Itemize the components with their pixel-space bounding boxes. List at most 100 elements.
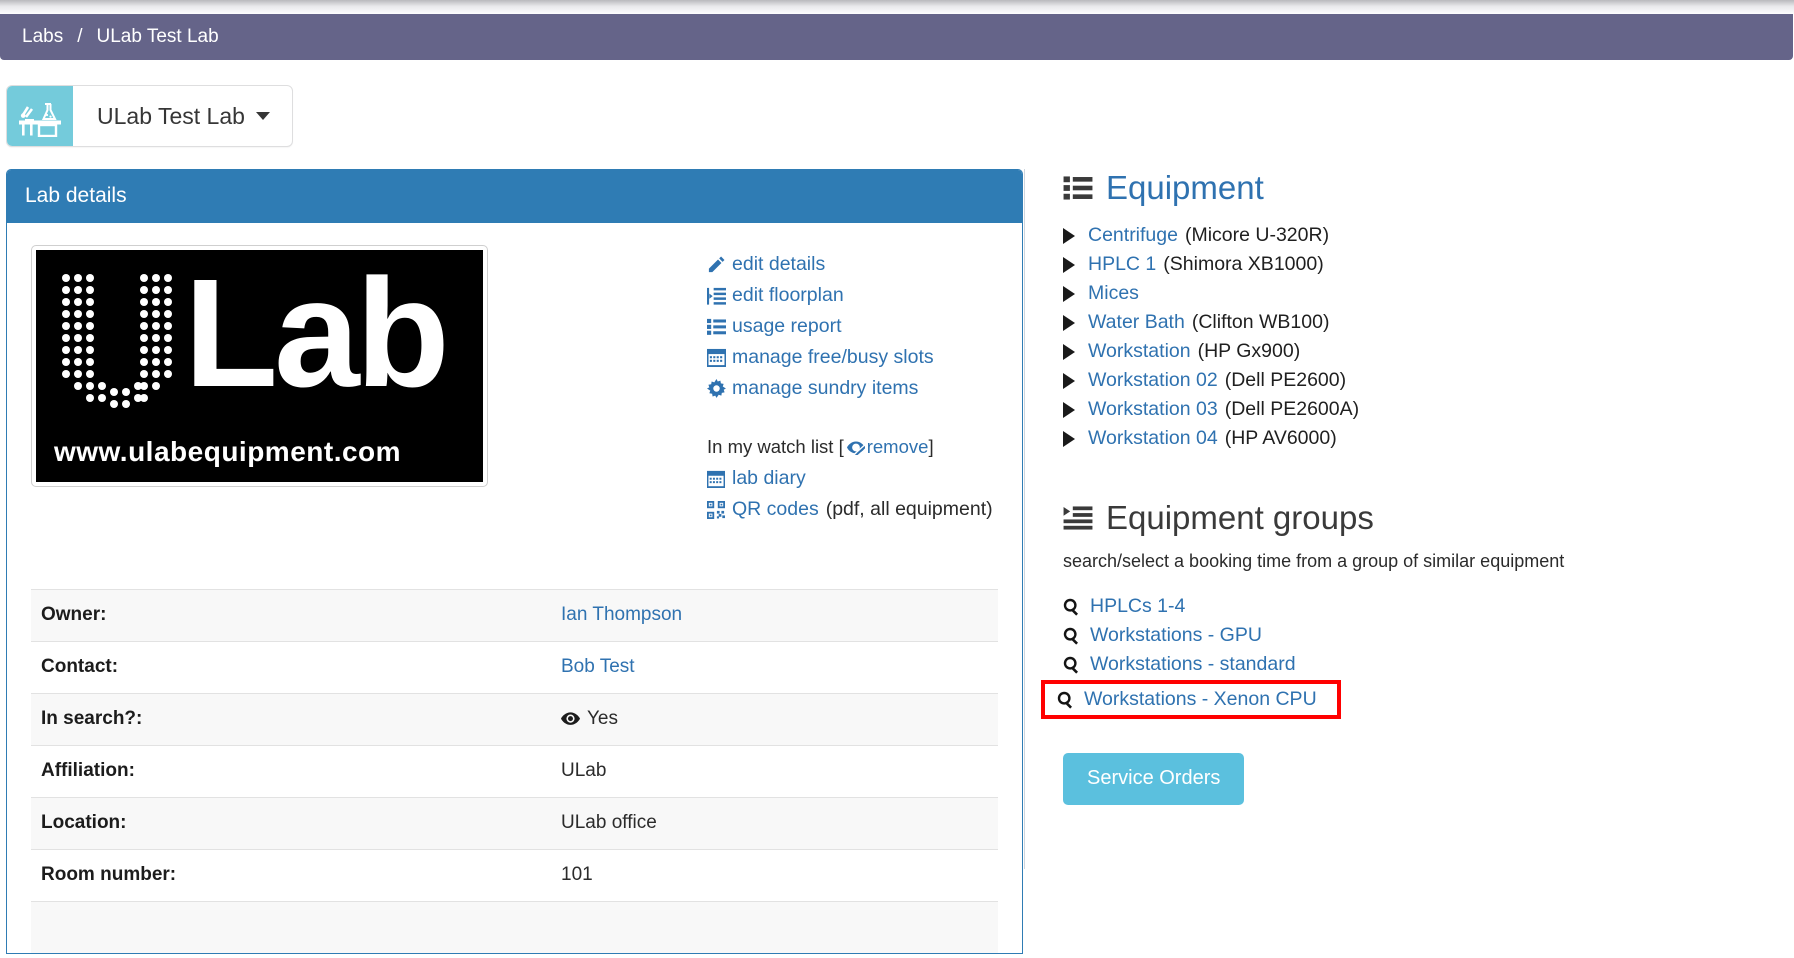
- equipment-heading-label: Equipment: [1106, 169, 1264, 207]
- chevron-down-icon: [256, 112, 270, 120]
- table-row: In search?: Yes: [31, 694, 998, 746]
- breadcrumb: Labs / ULab Test Lab: [0, 14, 1793, 60]
- table-row: Owner: Ian Thompson: [31, 590, 998, 642]
- triangle-bullet-icon: [1063, 315, 1075, 331]
- row-key: Affiliation:: [31, 746, 551, 798]
- equipment-name[interactable]: Workstation 02: [1088, 369, 1218, 392]
- row-value: Yes: [551, 694, 998, 746]
- search-icon: [1057, 691, 1075, 709]
- triangle-bullet-icon: [1063, 257, 1075, 273]
- gear-icon: [707, 379, 732, 398]
- equipment-list: Centrifuge (Micore U-320R) HPLC 1 (Shimo…: [1063, 221, 1794, 453]
- equipment-groups-heading: Equipment groups: [1063, 499, 1794, 537]
- lab-details-panel-title: Lab details: [7, 170, 1022, 223]
- lab-details-panel-body: Lab www.ulabequipment.com edit details: [7, 223, 1022, 953]
- lab-details-panel: Lab details: [6, 169, 1023, 954]
- list-item[interactable]: Mices: [1063, 279, 1794, 308]
- edit-details-link[interactable]: edit details: [707, 253, 993, 276]
- list-item[interactable]: Water Bath (Clifton WB100): [1063, 308, 1794, 337]
- contact-link[interactable]: Bob Test: [561, 656, 635, 677]
- triangle-bullet-icon: [1063, 373, 1075, 389]
- equipment-model: (Shimora XB1000): [1163, 253, 1323, 276]
- search-icon: [1063, 598, 1081, 616]
- list-icon: [1063, 175, 1093, 201]
- list-item[interactable]: HPLCs 1-4: [1063, 592, 1794, 621]
- window-top-edge: [0, 0, 1794, 14]
- manage-sundry-items-link[interactable]: manage sundry items: [707, 377, 993, 400]
- row-key: Location:: [31, 798, 551, 850]
- equipment-model: (Clifton WB100): [1192, 311, 1330, 334]
- list-icon: [707, 317, 732, 336]
- lab-selector[interactable]: ULab Test Lab: [6, 85, 293, 147]
- watch-list-prefix: In my watch list [: [707, 436, 844, 458]
- equipment-name[interactable]: Mices: [1088, 282, 1139, 305]
- equipment-groups-description: search/select a booking time from a grou…: [1063, 551, 1794, 572]
- lab-bench-icon: [7, 86, 73, 146]
- owner-link[interactable]: Ian Thompson: [561, 604, 682, 625]
- equipment-name[interactable]: HPLC 1: [1088, 253, 1156, 276]
- equipment-name[interactable]: Centrifuge: [1088, 224, 1178, 247]
- edit-floorplan-link[interactable]: edit floorplan: [707, 284, 993, 307]
- list-item[interactable]: Workstation (HP Gx900): [1063, 337, 1794, 366]
- manage-sundry-items-label: manage sundry items: [732, 377, 918, 400]
- lab-actions: edit details: [488, 245, 993, 529]
- equipment-group-name[interactable]: Workstations - Xenon CPU: [1084, 688, 1317, 711]
- search-icon: [1063, 656, 1081, 674]
- table-row: Room number: 101: [31, 850, 998, 902]
- breadcrumb-separator: /: [77, 26, 82, 48]
- row-value: ULab office: [551, 798, 998, 850]
- watch-list-block: In my watch list [ remove: [707, 436, 993, 521]
- equipment-model: (Micore U-320R): [1185, 224, 1329, 247]
- watch-list-remove-link[interactable]: remove: [867, 436, 929, 458]
- lab-diary-link[interactable]: lab diary: [732, 467, 806, 490]
- row-key: Room number:: [31, 850, 551, 902]
- list-item[interactable]: HPLC 1 (Shimora XB1000): [1063, 250, 1794, 279]
- equipment-groups-section: Equipment groups search/select a booking…: [1063, 499, 1794, 805]
- table-row: Contact: Bob Test: [31, 642, 998, 694]
- qr-codes-link[interactable]: QR codes: [732, 498, 819, 521]
- qr-codes-note: (pdf, all equipment): [826, 498, 993, 521]
- indent-list-icon: [1063, 505, 1093, 531]
- row-key: In search?:: [31, 694, 551, 746]
- main-layout: Lab details: [0, 147, 1794, 954]
- calendar-icon: [707, 470, 732, 488]
- list-item[interactable]: Workstations - standard: [1063, 650, 1794, 679]
- equipment-group-name[interactable]: Workstations - standard: [1090, 653, 1296, 676]
- list-item[interactable]: Centrifuge (Micore U-320R): [1063, 221, 1794, 250]
- table-row-partial: [31, 902, 998, 954]
- right-column: Equipment Centrifuge (Micore U-320R) HPL…: [1024, 169, 1794, 869]
- logo-wordmark: Lab: [184, 256, 446, 410]
- service-orders-button[interactable]: Service Orders: [1063, 753, 1244, 805]
- manage-free-busy-slots-link[interactable]: manage free/busy slots: [707, 346, 993, 369]
- logo-url: www.ulabequipment.com: [54, 436, 401, 468]
- list-item[interactable]: Workstation 04 (HP AV6000): [1063, 424, 1794, 453]
- triangle-bullet-icon: [1063, 402, 1075, 418]
- lab-details-top-row: Lab www.ulabequipment.com edit details: [31, 245, 998, 529]
- pencil-icon: [707, 255, 732, 274]
- eye-slash-icon: [847, 440, 865, 455]
- list-item-highlighted[interactable]: Workstations - Xenon CPU: [1041, 680, 1341, 719]
- triangle-bullet-icon: [1063, 344, 1075, 360]
- breadcrumb-item-current[interactable]: ULab Test Lab: [96, 26, 218, 48]
- equipment-group-name[interactable]: Workstations - GPU: [1090, 624, 1262, 647]
- triangle-bullet-icon: [1063, 286, 1075, 302]
- equipment-groups-heading-label: Equipment groups: [1106, 499, 1374, 537]
- row-value: 101: [551, 850, 998, 902]
- equipment-name[interactable]: Water Bath: [1088, 311, 1185, 334]
- calendar-icon: [707, 348, 732, 367]
- row-value: Ian Thompson: [551, 590, 998, 642]
- list-item[interactable]: Workstations - GPU: [1063, 621, 1794, 650]
- equipment-name[interactable]: Workstation 04: [1088, 427, 1218, 450]
- breadcrumb-item-labs[interactable]: Labs: [22, 26, 63, 48]
- equipment-name[interactable]: Workstation 03: [1088, 398, 1218, 421]
- list-item[interactable]: Workstation 03 (Dell PE2600A): [1063, 395, 1794, 424]
- row-key: Owner:: [31, 590, 551, 642]
- left-column: Lab details: [6, 169, 1023, 954]
- qr-codes-row: QR codes (pdf, all equipment): [707, 498, 993, 521]
- table-row: Location: ULab office: [31, 798, 998, 850]
- usage-report-link[interactable]: usage report: [707, 315, 993, 338]
- edit-details-label: edit details: [732, 253, 825, 276]
- equipment-name[interactable]: Workstation: [1088, 340, 1191, 363]
- list-item[interactable]: Workstation 02 (Dell PE2600): [1063, 366, 1794, 395]
- equipment-group-name[interactable]: HPLCs 1-4: [1090, 595, 1185, 618]
